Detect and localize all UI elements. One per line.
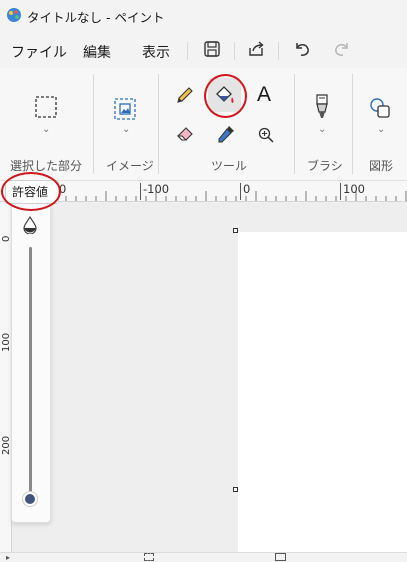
ribbon-divider	[294, 74, 295, 174]
selection-size-icon	[144, 553, 154, 561]
shapes-icon[interactable]	[368, 96, 392, 120]
ribbon-divider	[93, 74, 94, 174]
image-icon[interactable]	[112, 96, 138, 122]
group-label-selection: 選択した部分	[10, 159, 83, 173]
menu-divider	[278, 42, 279, 60]
menu-file[interactable]: ファイル	[11, 42, 67, 62]
menu-divider	[187, 42, 188, 60]
ruler-major-tick	[240, 183, 241, 200]
brush-icon[interactable]	[311, 92, 333, 120]
pencil-icon[interactable]	[175, 85, 195, 105]
drawing-canvas[interactable]	[238, 232, 407, 552]
paint-app-icon	[7, 8, 21, 22]
eraser-icon[interactable]	[176, 125, 196, 143]
resize-handle[interactable]	[233, 228, 238, 233]
drop-icon	[23, 216, 37, 234]
chevron-down-icon[interactable]: ⌄	[377, 124, 385, 135]
annotation-circle	[1, 172, 61, 211]
ruler-label: 100	[343, 182, 365, 196]
group-label-tools: ツール	[211, 159, 248, 173]
undo-icon[interactable]	[293, 40, 311, 58]
ruler-label: -100	[143, 182, 170, 196]
ribbon-divider	[352, 74, 353, 174]
chevron-down-icon[interactable]: ⌄	[318, 124, 326, 135]
canvas-size-icon	[275, 553, 286, 561]
menu-divider	[234, 42, 235, 60]
redo-icon[interactable]	[333, 40, 351, 58]
ruler-major-tick	[140, 183, 141, 200]
resize-handle[interactable]	[233, 487, 238, 492]
ruler-major-tick	[340, 183, 341, 200]
ruler-label: 0	[243, 182, 251, 196]
tolerance-slider-thumb-dot	[25, 494, 35, 504]
save-icon[interactable]	[203, 40, 221, 58]
selection-icon[interactable]	[34, 95, 58, 119]
magnifier-icon[interactable]	[257, 126, 275, 144]
chevron-down-icon[interactable]: ⌄	[42, 124, 50, 135]
menu-view[interactable]: 表示	[142, 42, 170, 62]
group-label-shapes: 図形	[369, 159, 394, 173]
group-label-brush: ブラシ	[307, 159, 343, 173]
annotation-circle	[204, 74, 247, 118]
window-title: タイトルなし - ペイント	[27, 10, 165, 25]
text-icon[interactable]: A	[257, 83, 271, 107]
share-icon[interactable]	[247, 40, 266, 58]
ribbon-divider	[158, 74, 159, 174]
tolerance-slider-track[interactable]	[29, 247, 32, 495]
color-picker-icon[interactable]	[216, 124, 236, 144]
chevron-down-icon[interactable]: ⌄	[122, 124, 130, 135]
group-label-image: イメージ	[106, 159, 154, 173]
menu-edit[interactable]: 編集	[83, 42, 111, 62]
